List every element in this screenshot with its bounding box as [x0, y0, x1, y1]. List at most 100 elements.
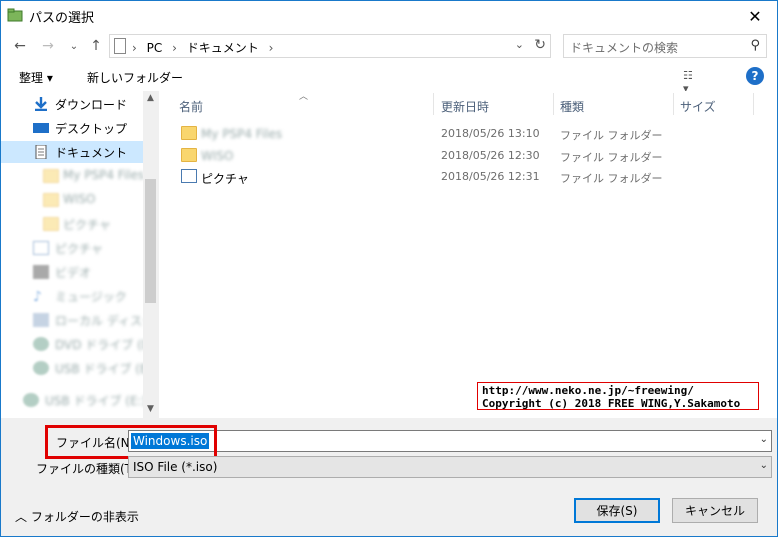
nav-item-pictures[interactable]: ピクチャ: [1, 237, 143, 259]
nav-item-drive[interactable]: USB ドライブ (E:): [1, 357, 156, 379]
music-icon: ♪: [33, 289, 42, 305]
search-placeholder: ドキュメントの検索: [570, 41, 679, 55]
column-header-type[interactable]: 種類: [560, 91, 584, 117]
nav-item-label: USB ドライブ (E:): [45, 394, 147, 408]
search-icon: ⚲: [750, 38, 760, 53]
filetype-label: ファイルの種類(T):: [36, 462, 141, 476]
chevron-down-icon[interactable]: ⌄: [760, 434, 768, 445]
column-header-name[interactable]: 名前: [179, 91, 203, 117]
scroll-down-icon[interactable]: ▼: [145, 404, 156, 416]
view-options-icon[interactable]: ☷ ▾: [683, 69, 697, 95]
picture-icon: [181, 169, 197, 183]
close-icon: ✕: [748, 6, 762, 26]
nav-item-documents[interactable]: ドキュメント: [1, 141, 143, 163]
organize-button[interactable]: 整理 ▾: [19, 69, 53, 86]
up-arrow-icon[interactable]: ↑: [85, 35, 107, 57]
usb-drive-icon: [23, 393, 39, 407]
column-header-size[interactable]: サイズ: [680, 91, 716, 117]
column-header-date[interactable]: 更新日時: [441, 91, 489, 117]
file-type: ファイル フォルダー: [560, 151, 663, 164]
nav-item-drive[interactable]: ローカル ディスク (C:): [1, 309, 158, 331]
nav-item-videos[interactable]: ビデオ: [1, 261, 143, 283]
bottom-panel: ファイル名(N): Windows.iso ⌄ ファイルの種類(T): ISO …: [1, 418, 777, 536]
app-icon: [7, 8, 23, 22]
nav-item-desktop[interactable]: デスクトップ: [1, 117, 143, 139]
nav-item-downloads[interactable]: ダウンロード: [1, 93, 143, 115]
file-name: ピクチャ: [201, 172, 249, 186]
address-row: ← → ⌄ ↑ › PC › ドキュメント › ⌄ ↻ ドキュメントの検索 ⚲: [1, 31, 777, 61]
breadcrumb-pc[interactable]: PC: [147, 41, 163, 55]
nav-item-label: USB ドライブ (E:): [55, 362, 157, 376]
hide-folders-button[interactable]: ︿ フォルダーの非表示: [15, 508, 139, 525]
save-button[interactable]: 保存(S): [574, 498, 660, 523]
desktop-icon: [33, 123, 49, 133]
nav-item-drive[interactable]: DVD ドライブ (D:): [1, 333, 158, 355]
document-icon: [35, 145, 47, 159]
scroll-up-icon[interactable]: ▲: [145, 93, 156, 105]
filename-input[interactable]: Windows.iso ⌄: [128, 430, 772, 452]
nav-item-music[interactable]: ♪ ミュージック: [1, 285, 143, 307]
breadcrumb-documents[interactable]: ドキュメント: [187, 41, 259, 55]
address-bar[interactable]: › PC › ドキュメント › ⌄ ↻: [109, 34, 551, 58]
drive-icon: [33, 313, 49, 327]
scroll-thumb[interactable]: [145, 179, 156, 303]
column-divider[interactable]: [753, 93, 754, 115]
nav-item-label: ビデオ: [55, 266, 92, 280]
chevron-down-icon[interactable]: ⌄: [760, 460, 768, 471]
new-folder-button[interactable]: 新しいフォルダー: [87, 69, 183, 86]
folder-icon: [43, 193, 59, 207]
copyright-overlay: http://www.neko.ne.jp/~freewing/ Copyrig…: [477, 382, 759, 410]
nav-item-drive[interactable]: USB ドライブ (E:): [1, 389, 146, 411]
file-row[interactable]: WISO 2018/05/26 12:30 ファイル フォルダー: [159, 145, 777, 167]
file-name: My PSP4 Files: [201, 127, 283, 141]
nav-item-label: ミュージック: [55, 290, 127, 304]
column-divider[interactable]: [433, 93, 434, 115]
forward-arrow-icon[interactable]: →: [37, 35, 59, 57]
toolbar: 整理 ▾ 新しいフォルダー ☷ ▾ ?: [1, 61, 777, 95]
copyright-text: Copyright (c) 2018 FREE WING,Y.Sakamoto: [482, 397, 741, 410]
recent-chevron-icon[interactable]: ⌄: [63, 35, 85, 57]
hide-folders-label: フォルダーの非表示: [30, 510, 139, 524]
nav-item-label: My PSP4 Files: [63, 168, 145, 182]
file-row[interactable]: ピクチャ 2018/05/26 12:31 ファイル フォルダー: [159, 166, 777, 188]
file-type: ファイル フォルダー: [560, 172, 663, 185]
nav-item-label: デスクトップ: [55, 122, 128, 136]
search-input[interactable]: ドキュメントの検索 ⚲: [563, 34, 767, 58]
close-button[interactable]: ✕: [733, 1, 777, 31]
nav-item-label: ドキュメント: [55, 146, 128, 160]
nav-item-label: ピクチャ: [55, 242, 103, 256]
window-title: パスの選択: [29, 11, 95, 26]
nav-item-folder[interactable]: My PSP4 Files: [1, 165, 145, 187]
help-icon[interactable]: ?: [746, 67, 764, 85]
column-divider[interactable]: [673, 93, 674, 115]
nav-item-label: WISO: [63, 192, 96, 206]
folder-icon: [43, 217, 59, 231]
nav-item-label: ダウンロード: [55, 98, 128, 112]
navigation-pane: ダウンロード デスクトップ ドキュメント My PSP4 Files WISO …: [1, 91, 158, 418]
breadcrumb: › PC › ドキュメント ›: [132, 39, 279, 56]
nav-item-folder[interactable]: WISO: [1, 189, 143, 211]
file-date: 2018/05/26 12:30: [441, 149, 540, 162]
filetype-value: ISO File (*.iso): [133, 460, 218, 474]
nav-item-folder[interactable]: ピクチャ: [1, 213, 143, 235]
file-date: 2018/05/26 12:31: [441, 170, 540, 183]
copyright-url: http://www.neko.ne.jp/~freewing/: [482, 384, 694, 397]
cancel-button[interactable]: キャンセル: [672, 498, 758, 523]
file-type: ファイル フォルダー: [560, 129, 663, 142]
address-dropdown-icon[interactable]: ⌄: [515, 38, 524, 51]
refresh-icon[interactable]: ↻: [534, 37, 546, 53]
breadcrumb-separator-icon: ›: [172, 41, 177, 55]
breadcrumb-separator-icon: ›: [268, 41, 274, 55]
folder-icon: [43, 169, 59, 183]
folder-icon: [181, 148, 197, 162]
document-icon: [114, 38, 126, 54]
back-arrow-icon[interactable]: ←: [9, 35, 31, 57]
nav-scrollbar[interactable]: ▲ ▼: [143, 91, 158, 418]
picture-icon: [33, 241, 49, 255]
usb-drive-icon: [33, 361, 49, 375]
download-icon: [35, 97, 47, 111]
column-divider[interactable]: [553, 93, 554, 115]
filetype-select[interactable]: ISO File (*.iso) ⌄: [128, 456, 772, 478]
file-row[interactable]: My PSP4 Files 2018/05/26 13:10 ファイル フォルダ…: [159, 123, 777, 145]
path-select-dialog: パスの選択 ✕ ← → ⌄ ↑ › PC › ドキュメント › ⌄ ↻ ドキュメ…: [0, 0, 778, 537]
